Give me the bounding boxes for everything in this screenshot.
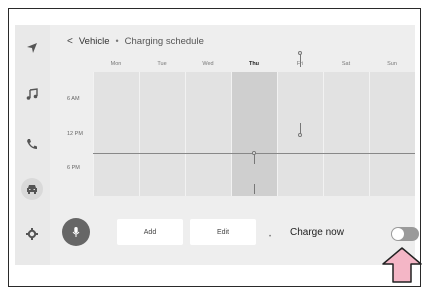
infotainment-screen: < Vehicle • Charging schedule Mon Tue We… bbox=[15, 25, 419, 265]
page-title: Charging schedule bbox=[124, 35, 204, 47]
day-label-sat: Sat bbox=[341, 61, 351, 67]
toggle-knob[interactable] bbox=[392, 228, 404, 240]
add-button[interactable]: Add bbox=[117, 219, 183, 245]
schedule-marker-thu-dot[interactable] bbox=[252, 151, 256, 155]
schedule-marker-thu-end[interactable] bbox=[254, 184, 255, 194]
phone-icon[interactable] bbox=[21, 133, 43, 155]
sidebar bbox=[15, 25, 50, 265]
breadcrumb-section[interactable]: Vehicle bbox=[79, 36, 110, 47]
schedule-column-sun[interactable] bbox=[369, 72, 415, 196]
back-button[interactable]: < bbox=[67, 36, 73, 47]
breadcrumb-separator: • bbox=[115, 36, 119, 46]
edit-button[interactable]: Edit bbox=[190, 219, 256, 245]
time-label-12pm: 12 PM bbox=[67, 131, 83, 137]
day-label-tue: Tue bbox=[157, 61, 167, 67]
schedule-column-sat[interactable] bbox=[323, 72, 369, 196]
schedule-column-mon[interactable] bbox=[93, 72, 139, 196]
schedule-grid[interactable] bbox=[93, 72, 415, 196]
day-label-sun: Sun bbox=[387, 61, 397, 67]
music-icon[interactable] bbox=[21, 83, 43, 105]
schedule-marker-fri-start-dot[interactable] bbox=[298, 51, 302, 55]
schedule-column-tue[interactable] bbox=[139, 72, 185, 196]
car-icon[interactable] bbox=[21, 178, 43, 200]
day-label-thu: Thu bbox=[248, 61, 260, 67]
time-label-6pm: 6 PM bbox=[67, 165, 80, 171]
schedule-column-wed[interactable] bbox=[185, 72, 231, 196]
charge-bolt-icon: • bbox=[269, 234, 272, 240]
charge-now-label: Charge now bbox=[290, 227, 344, 238]
bottom-bar: Add Edit • Charge now bbox=[50, 205, 419, 265]
breadcrumb: < Vehicle • Charging schedule bbox=[67, 34, 204, 48]
voice-button[interactable] bbox=[62, 218, 90, 246]
callout-arrow-icon bbox=[382, 247, 422, 283]
day-label-wed: Wed bbox=[202, 61, 214, 67]
charge-now-toggle[interactable] bbox=[391, 227, 419, 241]
navigation-icon[interactable] bbox=[21, 37, 43, 59]
schedule-marker-fri-start[interactable] bbox=[300, 53, 301, 67]
microphone-icon bbox=[72, 227, 80, 237]
schedule-marker-fri-mid-dot[interactable] bbox=[298, 133, 302, 137]
day-label-mon: Mon bbox=[110, 61, 122, 67]
settings-icon[interactable] bbox=[21, 223, 43, 245]
schedule-column-thu[interactable] bbox=[231, 72, 277, 196]
time-label-6am: 6 AM bbox=[67, 96, 80, 102]
